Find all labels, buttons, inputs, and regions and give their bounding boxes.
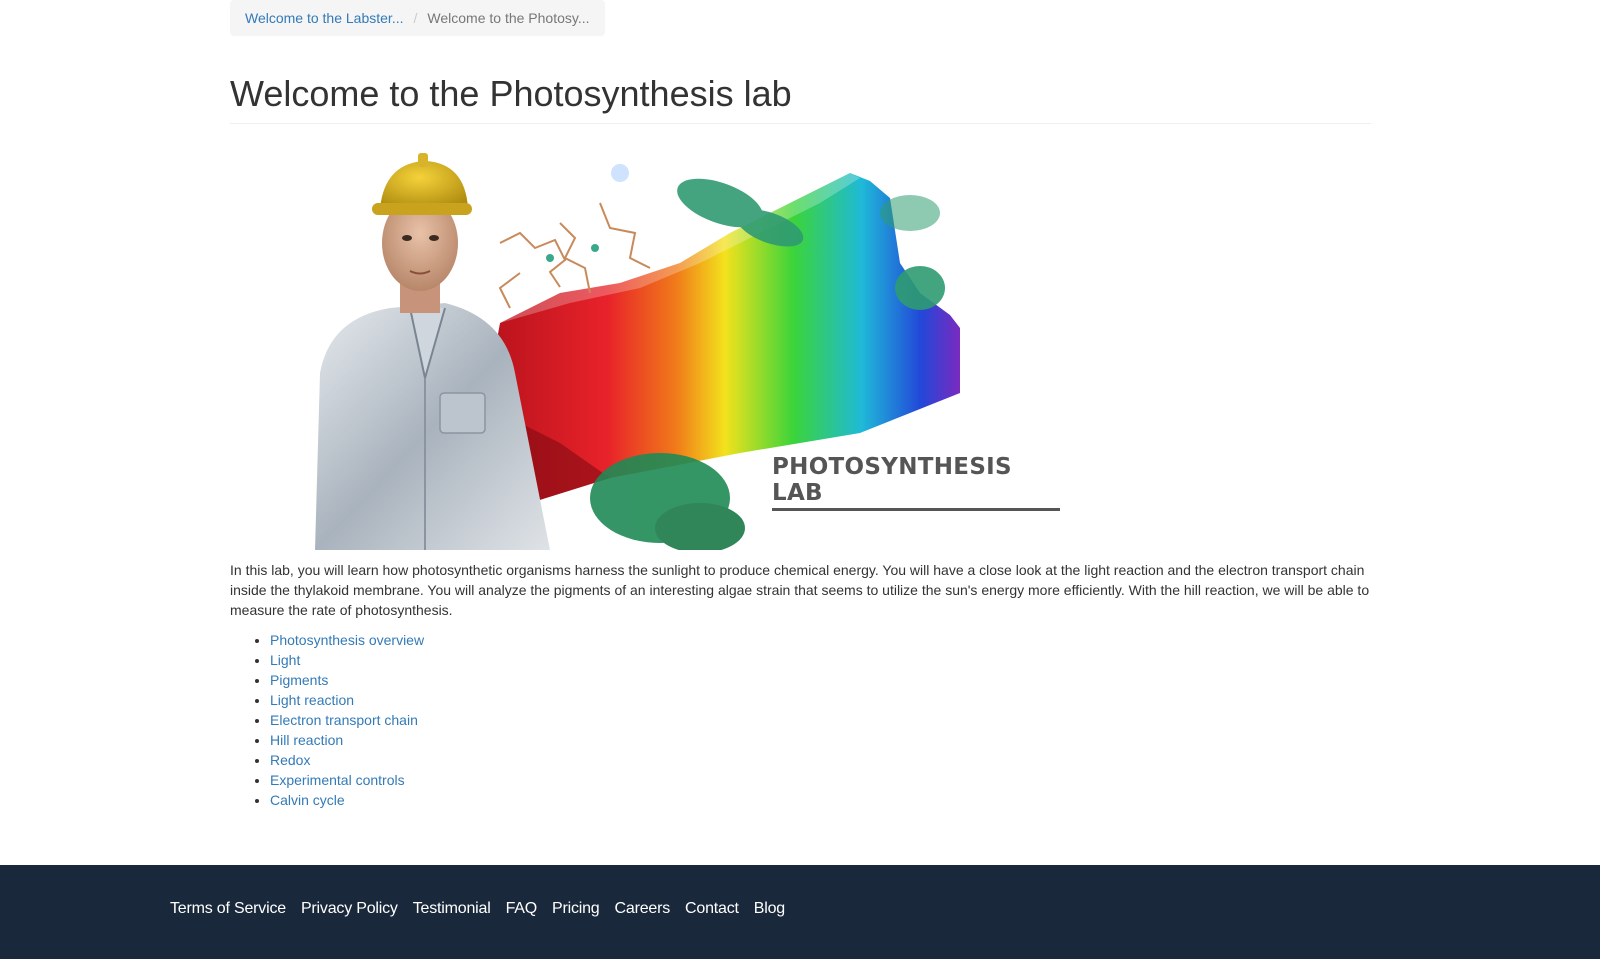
topic-link-electron-transport-chain[interactable]: Electron transport chain [270, 712, 418, 728]
footer-links: Terms of Service Privacy Policy Testimon… [170, 900, 785, 918]
page: Welcome to the Labster... / Welcome to t… [0, 0, 1600, 959]
page-title: Welcome to the Photosynthesis lab [230, 73, 792, 114]
page-header: Welcome to the Photosynthesis lab [230, 74, 1371, 124]
breadcrumb-item-current: Welcome to the Photosy... [427, 10, 590, 26]
main-container: Welcome to the Labster... / Welcome to t… [230, 0, 1371, 810]
topic-list: Photosynthesis overview Light Pigments L… [230, 630, 1371, 810]
list-item: Light reaction [270, 690, 1371, 710]
topic-link-calvin-cycle[interactable]: Calvin cycle [270, 792, 345, 808]
footer-link-pricing[interactable]: Pricing [552, 900, 600, 918]
topic-link-experimental-controls[interactable]: Experimental controls [270, 772, 405, 788]
footer-link-terms[interactable]: Terms of Service [170, 900, 286, 918]
site-footer: Terms of Service Privacy Policy Testimon… [0, 865, 1600, 959]
topic-link-light[interactable]: Light [270, 652, 300, 668]
breadcrumb-separator: / [413, 10, 418, 26]
breadcrumb: Welcome to the Labster... / Welcome to t… [230, 0, 605, 36]
footer-link-careers[interactable]: Careers [615, 900, 671, 918]
breadcrumb-item-labster[interactable]: Welcome to the Labster... [245, 10, 404, 26]
list-item: Experimental controls [270, 770, 1371, 790]
footer-link-privacy[interactable]: Privacy Policy [301, 900, 398, 918]
footer-link-faq[interactable]: FAQ [506, 900, 538, 918]
topic-link-photosynthesis-overview[interactable]: Photosynthesis overview [270, 632, 424, 648]
topic-link-redox[interactable]: Redox [270, 752, 310, 768]
footer-link-blog[interactable]: Blog [754, 900, 785, 918]
topic-link-light-reaction[interactable]: Light reaction [270, 692, 354, 708]
banner-title: PHOTOSYNTHESIS LAB [772, 454, 1060, 511]
list-item: Pigments [270, 670, 1371, 690]
list-item: Photosynthesis overview [270, 630, 1371, 650]
lab-banner-image: PHOTOSYNTHESIS LAB [260, 143, 1060, 550]
footer-link-testimonial[interactable]: Testimonial [413, 900, 491, 918]
list-item: Calvin cycle [270, 790, 1371, 810]
list-item: Electron transport chain [270, 710, 1371, 730]
list-item: Redox [270, 750, 1371, 770]
topic-link-hill-reaction[interactable]: Hill reaction [270, 732, 343, 748]
list-item: Light [270, 650, 1371, 670]
topic-link-pigments[interactable]: Pigments [270, 672, 328, 688]
footer-link-contact[interactable]: Contact [685, 900, 739, 918]
intro-paragraph: In this lab, you will learn how photosyn… [230, 561, 1370, 618]
list-item: Hill reaction [270, 730, 1371, 750]
